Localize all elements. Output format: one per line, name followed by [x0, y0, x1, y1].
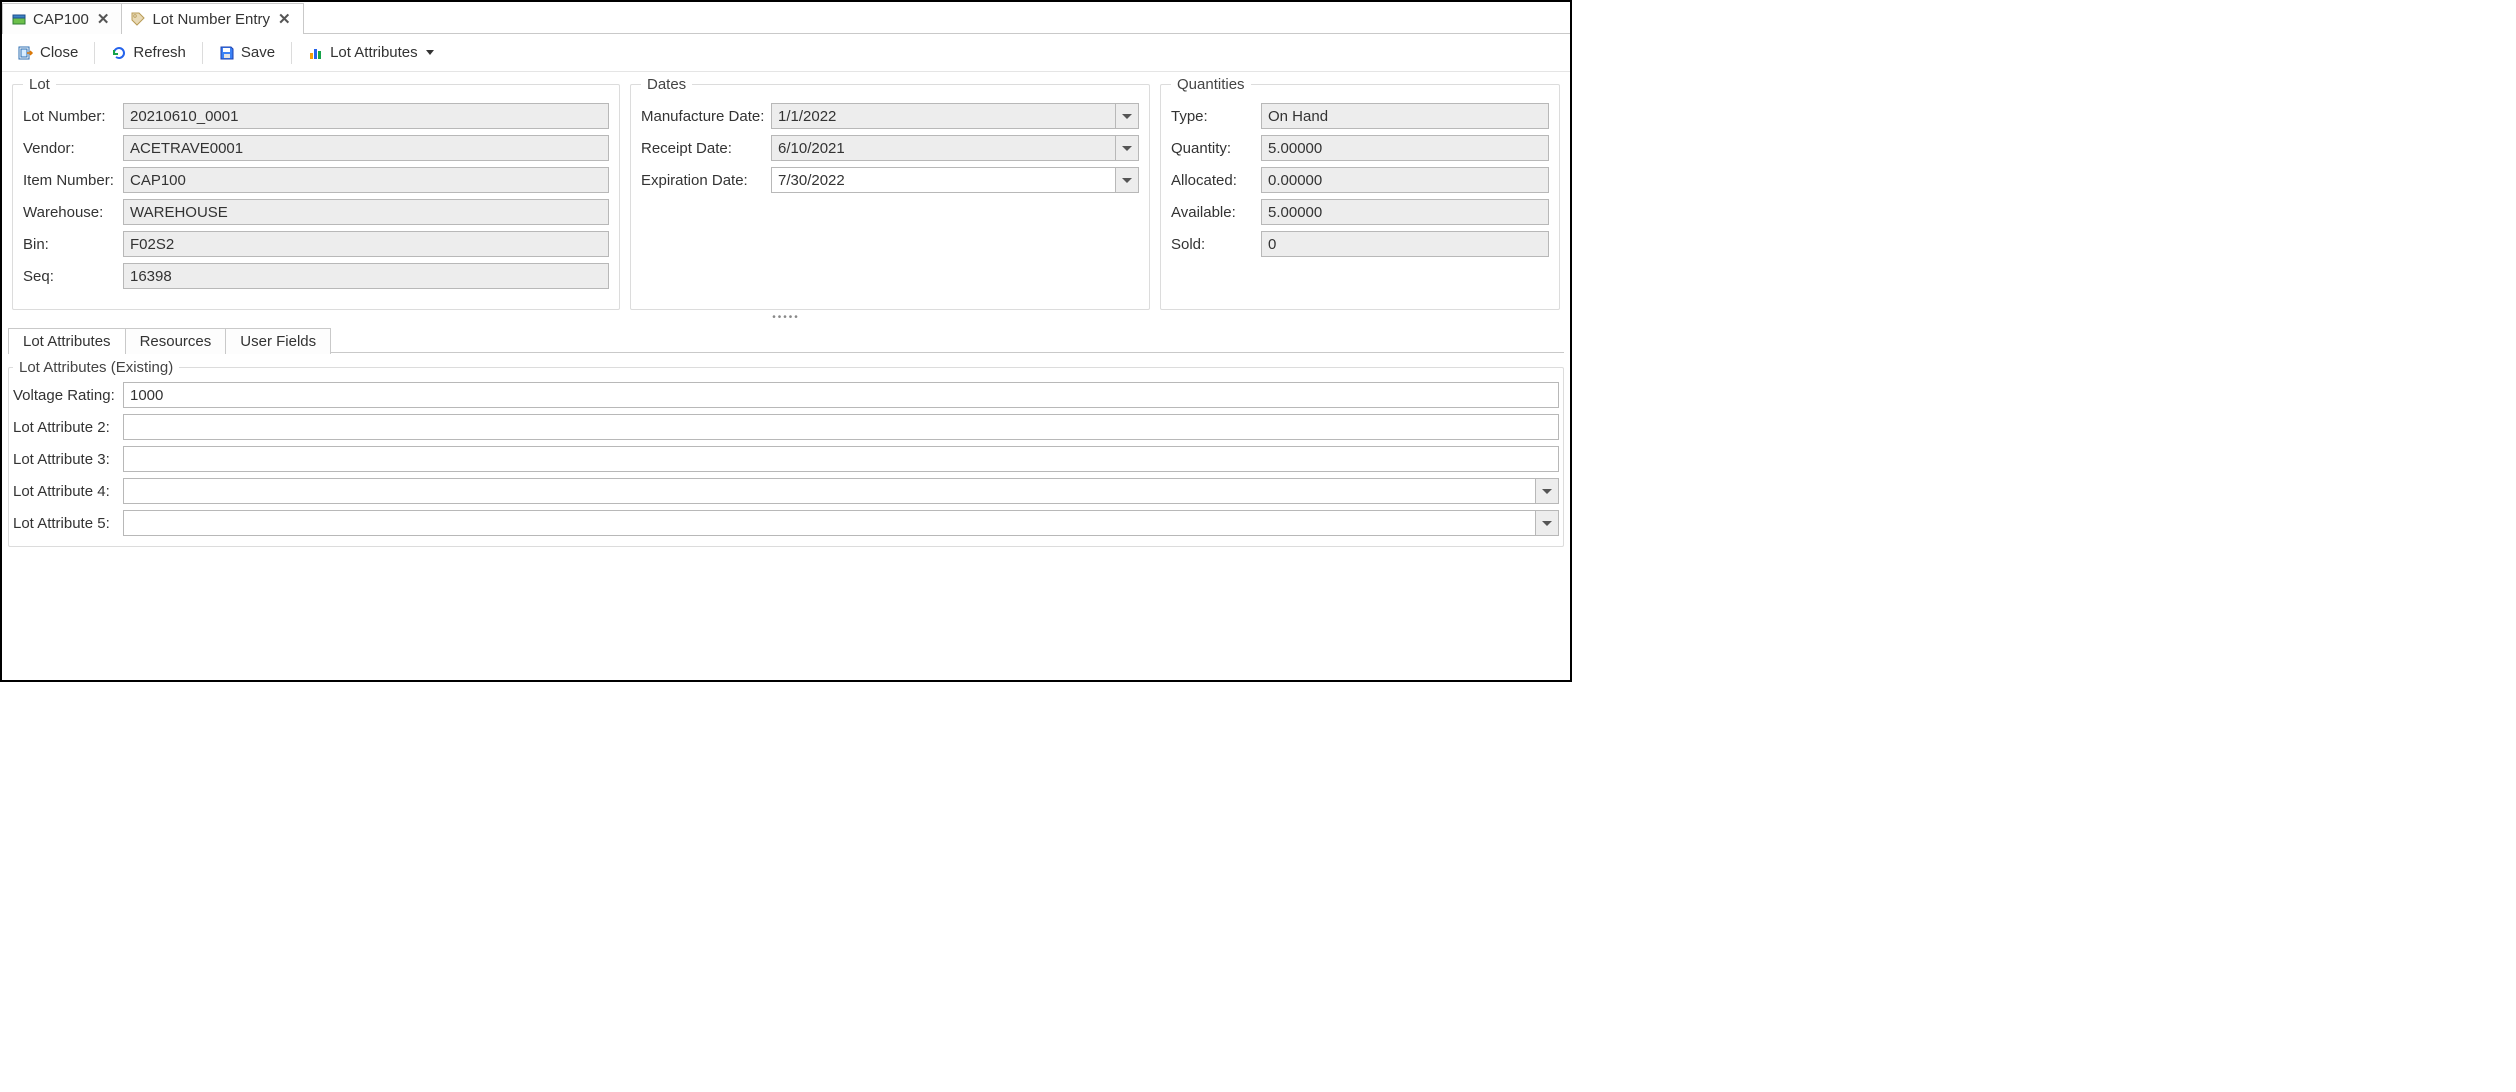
seq-label: Seq:	[23, 268, 123, 285]
sold-field[interactable]	[1261, 231, 1549, 257]
chevron-down-icon	[1542, 521, 1552, 526]
button-label: Close	[40, 44, 78, 61]
sold-label: Sold:	[1171, 236, 1261, 253]
chevron-down-icon	[426, 50, 434, 55]
detail-tabs: Lot Attributes Resources User Fields	[8, 323, 1564, 353]
expiration-date-label: Expiration Date:	[641, 172, 771, 189]
item-number-label: Item Number:	[23, 172, 123, 189]
manufacture-date-dropdown[interactable]	[1115, 103, 1139, 129]
allocated-field[interactable]	[1261, 167, 1549, 193]
vendor-label: Vendor:	[23, 140, 123, 157]
door-icon	[18, 45, 34, 61]
save-icon	[219, 45, 235, 61]
splitter-handle[interactable]: •••••	[2, 310, 1570, 323]
lot-attribute-2-label: Lot Attribute 2:	[13, 419, 123, 436]
item-number-field[interactable]	[123, 167, 609, 193]
button-label: Lot Attributes	[330, 44, 418, 61]
close-button[interactable]: Close	[10, 40, 86, 65]
close-icon[interactable]: ✕	[95, 10, 112, 28]
chevron-down-icon	[1122, 178, 1132, 183]
manufacture-date-label: Manufacture Date:	[641, 108, 771, 125]
chevron-down-icon	[1122, 146, 1132, 151]
lot-attributes-button[interactable]: Lot Attributes	[300, 40, 442, 65]
group-legend: Quantities	[1171, 76, 1251, 93]
seq-field[interactable]	[123, 263, 609, 289]
type-field[interactable]	[1261, 103, 1549, 129]
manufacture-date-field[interactable]	[771, 103, 1115, 129]
vendor-field[interactable]	[123, 135, 609, 161]
button-label: Refresh	[133, 44, 186, 61]
tab-label: Lot Number Entry	[152, 11, 270, 28]
lot-number-field[interactable]	[123, 103, 609, 129]
tag-icon	[130, 11, 146, 27]
lot-attribute-3-field[interactable]	[123, 446, 1559, 472]
chevron-down-icon	[1122, 114, 1132, 119]
voltage-rating-field[interactable]	[123, 382, 1559, 408]
lot-attribute-4-field[interactable]	[123, 478, 1535, 504]
button-label: Save	[241, 44, 275, 61]
available-field[interactable]	[1261, 199, 1549, 225]
lot-attribute-5-label: Lot Attribute 5:	[13, 515, 123, 532]
panels-area: Lot Lot Number: Vendor: Item Number: War…	[2, 72, 1570, 310]
bin-field[interactable]	[123, 231, 609, 257]
group-dates: Dates Manufacture Date: Receipt Date: Ex…	[630, 76, 1150, 310]
toolbar-separator	[94, 42, 95, 64]
chevron-down-icon	[1542, 489, 1552, 494]
available-label: Available:	[1171, 204, 1261, 221]
warehouse-field[interactable]	[123, 199, 609, 225]
save-button[interactable]: Save	[211, 40, 283, 65]
app-window: CAP100 ✕ Lot Number Entry ✕	[0, 0, 1572, 682]
toolbar-separator	[202, 42, 203, 64]
bin-label: Bin:	[23, 236, 123, 253]
group-legend: Lot Attributes (Existing)	[13, 359, 179, 376]
receipt-date-field[interactable]	[771, 135, 1115, 161]
tab-lot-attributes[interactable]: Lot Attributes	[8, 328, 126, 354]
group-lot-attributes-existing: Lot Attributes (Existing) Voltage Rating…	[8, 359, 1564, 547]
chart-bars-icon	[308, 45, 324, 61]
document-tabs: CAP100 ✕ Lot Number Entry ✕	[2, 2, 1570, 34]
tab-label: CAP100	[33, 11, 89, 28]
group-lot: Lot Lot Number: Vendor: Item Number: War…	[12, 76, 620, 310]
lot-attribute-4-dropdown[interactable]	[1535, 478, 1559, 504]
warehouse-label: Warehouse:	[23, 204, 123, 221]
toolbar: Close Refresh Save	[2, 34, 1570, 72]
expiration-date-field[interactable]	[771, 167, 1115, 193]
type-label: Type:	[1171, 108, 1261, 125]
lot-attribute-5-field[interactable]	[123, 510, 1535, 536]
receipt-date-dropdown[interactable]	[1115, 135, 1139, 161]
tab-cap100[interactable]: CAP100 ✕	[2, 3, 122, 34]
tab-resources[interactable]: Resources	[125, 328, 227, 354]
lot-attribute-3-label: Lot Attribute 3:	[13, 451, 123, 468]
quantity-field[interactable]	[1261, 135, 1549, 161]
quantity-label: Quantity:	[1171, 140, 1261, 157]
tab-user-fields[interactable]: User Fields	[225, 328, 331, 354]
box-icon	[11, 11, 27, 27]
lot-attribute-2-field[interactable]	[123, 414, 1559, 440]
receipt-date-label: Receipt Date:	[641, 140, 771, 157]
close-icon[interactable]: ✕	[276, 10, 293, 28]
allocated-label: Allocated:	[1171, 172, 1261, 189]
lot-attribute-5-dropdown[interactable]	[1535, 510, 1559, 536]
toolbar-separator	[291, 42, 292, 64]
refresh-button[interactable]: Refresh	[103, 40, 194, 65]
refresh-icon	[111, 45, 127, 61]
lot-attribute-4-label: Lot Attribute 4:	[13, 483, 123, 500]
group-legend: Dates	[641, 76, 692, 93]
lot-number-label: Lot Number:	[23, 108, 123, 125]
tab-lot-number-entry[interactable]: Lot Number Entry ✕	[121, 3, 303, 34]
group-legend: Lot	[23, 76, 56, 93]
voltage-rating-label: Voltage Rating:	[13, 387, 123, 404]
group-quantities: Quantities Type: Quantity: Allocated: Av…	[1160, 76, 1560, 310]
expiration-date-dropdown[interactable]	[1115, 167, 1139, 193]
